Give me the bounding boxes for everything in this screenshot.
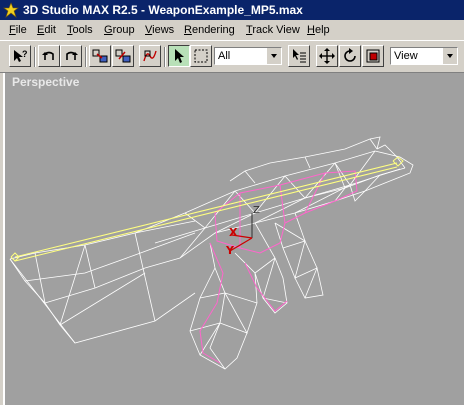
scale-icon	[366, 49, 380, 63]
menu-tools[interactable]: Tools	[67, 24, 93, 36]
redo-icon	[66, 51, 78, 60]
select-object-icon	[175, 49, 184, 63]
select-and-link-icon	[92, 49, 108, 63]
select-by-name-icon	[293, 49, 306, 63]
menu-edit[interactable]: Edit	[37, 24, 56, 36]
reference-coordinate-value: View	[394, 50, 418, 62]
gizmo-x-label: X	[229, 226, 238, 239]
selection-filter-value: All	[218, 50, 231, 62]
transform-gizmo[interactable]: Z X Y	[225, 205, 260, 257]
help-cursor-icon: ?	[14, 49, 28, 62]
select-by-name-button[interactable]	[288, 45, 310, 67]
toolbar-separator	[164, 47, 166, 67]
chevron-down-icon[interactable]	[266, 48, 281, 64]
help-cursor-button[interactable]: ?	[9, 45, 31, 67]
unlink-icon	[115, 49, 131, 63]
region-select-icon	[194, 49, 208, 63]
undo-icon	[42, 51, 54, 60]
menu-file[interactable]: File	[9, 24, 27, 36]
menu-rendering[interactable]: Rendering	[184, 24, 235, 36]
mp5-wireframe-model: Z X Y	[9, 136, 414, 370]
toolbar-separator	[85, 47, 87, 67]
move-icon	[319, 48, 335, 64]
undo-button[interactable]	[38, 45, 60, 67]
redo-button[interactable]	[60, 45, 82, 67]
region-select-button[interactable]	[190, 45, 212, 67]
gizmo-z-label: Z	[253, 205, 260, 216]
reference-coordinate-dropdown[interactable]: View	[390, 47, 458, 65]
menu-group[interactable]: Group	[104, 24, 135, 36]
weapon-wireframe	[9, 136, 414, 370]
title-bar: 3D Studio MAX R2.5 - WeaponExample_MP5.m…	[0, 0, 464, 20]
menu-bar: File Edit Tools Group Views Rendering Tr…	[0, 20, 464, 41]
unlink-button[interactable]	[112, 45, 134, 67]
move-button[interactable]	[316, 45, 338, 67]
rotate-icon	[344, 48, 356, 62]
bind-space-warp-icon	[143, 50, 157, 62]
svg-text:?: ?	[22, 49, 28, 59]
app-icon	[3, 2, 19, 18]
toolbar-separator	[34, 47, 36, 67]
scale-button[interactable]	[362, 45, 384, 67]
main-toolbar: ? All View	[0, 41, 464, 73]
perspective-viewport[interactable]: Perspective Z X Y	[3, 73, 464, 405]
window-title: 3D Studio MAX R2.5 - WeaponExample_MP5.m…	[23, 3, 303, 17]
rotate-button[interactable]	[339, 45, 361, 67]
select-object-button[interactable]	[168, 45, 190, 67]
menu-track-view[interactable]: Track View	[246, 24, 300, 36]
bind-space-warp-button[interactable]	[139, 45, 161, 67]
barrel-selected-line	[10, 156, 404, 262]
chevron-down-icon[interactable]	[442, 48, 457, 64]
menu-help[interactable]: Help	[307, 24, 330, 36]
selection-filter-dropdown[interactable]: All	[214, 47, 282, 65]
select-and-link-button[interactable]	[89, 45, 111, 67]
gizmo-y-label: Y	[225, 244, 235, 257]
menu-views[interactable]: Views	[145, 24, 174, 36]
